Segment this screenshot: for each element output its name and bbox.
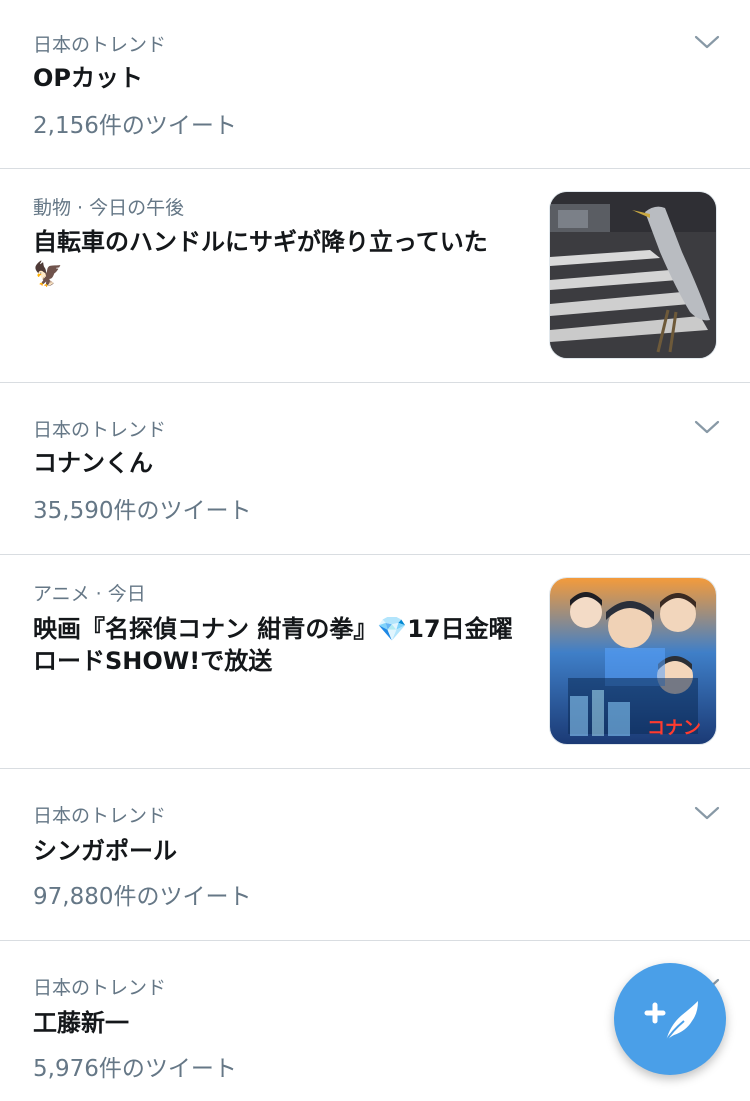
trend-context: 日本のトレンド — [33, 805, 167, 827]
trend-title: OPカット — [33, 64, 143, 92]
trends-feed: 日本のトレンド OPカット 2,156件のツイート 動物 · 今日の午後 自転車… — [0, 0, 750, 1101]
compose-tweet-icon — [644, 1001, 698, 1042]
poster-title-text: コナン — [647, 718, 701, 739]
trend-item[interactable]: 日本のトレンド コナンくん 35,590件のツイート — [0, 383, 750, 555]
news-thumbnail-conan-poster[interactable]: コナン — [549, 577, 717, 745]
tweet-count: 2,156件のツイート — [33, 113, 237, 139]
trend-title: コナンくん — [33, 449, 153, 477]
tweet-count: 5,976件のツイート — [33, 1056, 237, 1082]
news-context: 動物 · 今日の午後 — [33, 197, 185, 219]
chevron-down-icon[interactable] — [694, 34, 720, 50]
news-thumbnail-heron[interactable] — [549, 191, 717, 359]
trend-title: シンガポール — [33, 837, 177, 865]
compose-tweet-button[interactable] — [614, 963, 726, 1075]
news-headline-line2: 🦅 — [33, 260, 63, 288]
news-item[interactable]: 動物 · 今日の午後 自転車のハンドルにサギが降り立っていた 🦅 — [0, 169, 750, 383]
trend-context: 日本のトレンド — [33, 34, 167, 56]
chevron-down-icon[interactable] — [694, 805, 720, 821]
news-headline-line1: 映画『名探偵コナン 紺青の拳』💎17日金曜 — [33, 615, 513, 643]
trend-context: 日本のトレンド — [33, 977, 167, 999]
chevron-down-icon[interactable] — [694, 419, 720, 435]
news-context: アニメ · 今日 — [33, 583, 146, 605]
trend-item[interactable]: 日本のトレンド OPカット 2,156件のツイート — [0, 0, 750, 169]
heron-photo — [550, 192, 716, 358]
trend-item[interactable]: 日本のトレンド シンガポール 97,880件のツイート — [0, 769, 750, 941]
conan-movie-poster: コナン — [550, 578, 716, 744]
tweet-count: 97,880件のツイート — [33, 884, 252, 910]
trend-context: 日本のトレンド — [33, 419, 167, 441]
trend-title: 工藤新一 — [33, 1009, 129, 1037]
news-headline-line2: ロードSHOW!で放送 — [33, 647, 273, 675]
tweet-count: 35,590件のツイート — [33, 498, 252, 524]
news-headline-line1: 自転車のハンドルにサギが降り立っていた — [33, 228, 488, 256]
news-item[interactable]: アニメ · 今日 映画『名探偵コナン 紺青の拳』💎17日金曜 ロードSHOW!で… — [0, 555, 750, 769]
